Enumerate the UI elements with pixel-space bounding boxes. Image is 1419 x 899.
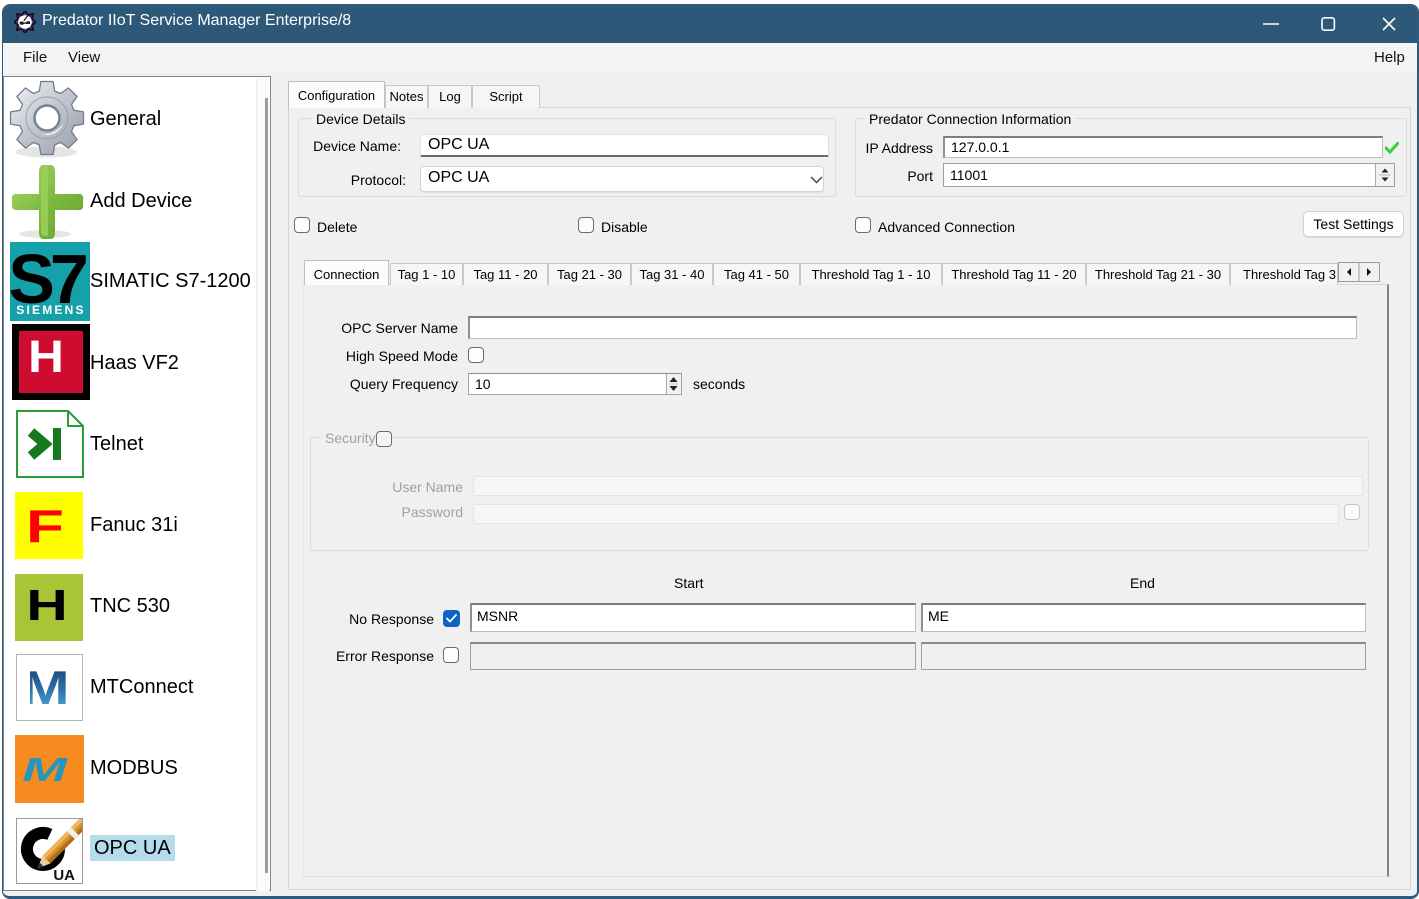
- svg-text:F: F: [26, 501, 64, 552]
- svg-text:M: M: [30, 667, 70, 707]
- svg-text:M: M: [22, 752, 68, 788]
- svg-text:UA: UA: [53, 867, 75, 883]
- svg-text:H: H: [28, 332, 64, 382]
- svg-text:H: H: [26, 580, 67, 629]
